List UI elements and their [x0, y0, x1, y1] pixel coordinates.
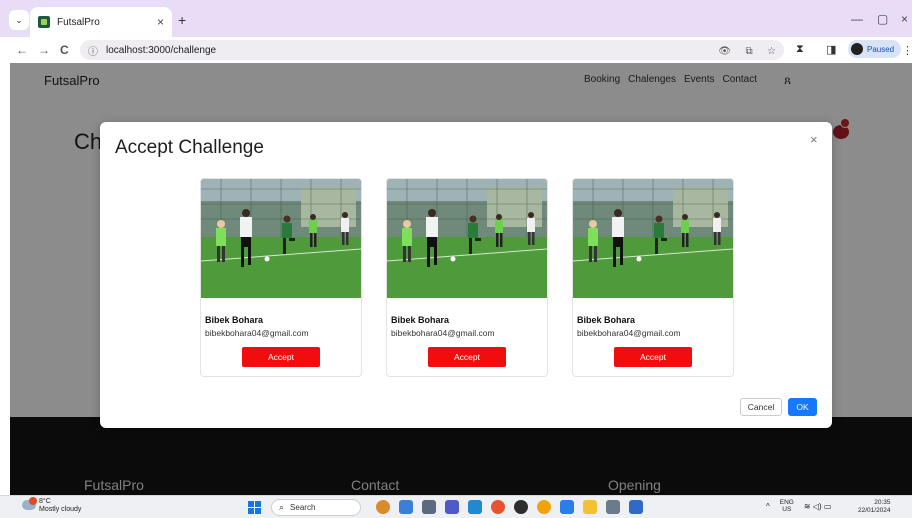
- new-tab-icon[interactable]: +: [178, 12, 186, 28]
- brave-app-icon[interactable]: [491, 500, 505, 514]
- search-icon: ⌕: [279, 502, 285, 512]
- terminal-app-icon[interactable]: [606, 500, 620, 514]
- futsalpro-favicon-icon: [38, 16, 50, 28]
- teams-app-icon[interactable]: [445, 500, 459, 514]
- github-app-icon[interactable]: [514, 500, 528, 514]
- ok-button[interactable]: OK: [788, 398, 817, 416]
- reload-icon[interactable]: C: [60, 43, 69, 57]
- system-tray: ^ ENG US ≋ ◁) ▭: [766, 499, 831, 513]
- window-close-icon[interactable]: ×: [901, 12, 908, 26]
- accept-button[interactable]: Accept: [242, 347, 320, 367]
- clock-date: 22/01/2024: [858, 507, 891, 514]
- copilot-app-icon[interactable]: [399, 500, 413, 514]
- os-taskbar: 8°C Mostly cloudy ⌕ Search ^ ENG US ≋ ◁)…: [0, 495, 912, 518]
- url-text[interactable]: localhost:3000/challenge: [106, 45, 708, 56]
- challenge-cards: Bibek Bohara bibekbohara04@gmail.com Acc…: [200, 178, 734, 377]
- forward-icon[interactable]: →: [38, 43, 50, 57]
- player-name: Bibek Bohara: [577, 315, 636, 325]
- url-omnibox[interactable]: ⓘ localhost:3000/challenge 👁 ⧉ ☆: [80, 40, 784, 60]
- site-info-icon[interactable]: ⓘ: [88, 43, 98, 58]
- browser-tab-bar: ⌄ FutsalPro × + — ▢ ×: [0, 0, 912, 37]
- vscode-app-icon[interactable]: [468, 500, 482, 514]
- profile-paused-button[interactable]: Paused: [848, 40, 902, 58]
- store-app-icon[interactable]: [629, 500, 643, 514]
- password-eye-icon[interactable]: 👁: [718, 46, 731, 57]
- explorer-app-icon[interactable]: [583, 500, 597, 514]
- task-view-app-icon[interactable]: [422, 500, 436, 514]
- back-icon[interactable]: ←: [16, 43, 28, 57]
- address-bar-row: ← → C ⓘ localhost:3000/challenge 👁 ⧉ ☆ ⧗…: [0, 37, 912, 63]
- futsal-photo: [387, 179, 547, 298]
- web-page: FutsalPro Booking Chalenges Events Conta…: [10, 63, 912, 495]
- player-name: Bibek Bohara: [205, 315, 264, 325]
- browser-menu-icon[interactable]: ⋮: [902, 44, 912, 57]
- tray-chevron-icon[interactable]: ^: [766, 502, 770, 511]
- widget-app-icon[interactable]: [376, 500, 390, 514]
- tab-title: FutsalPro: [57, 16, 100, 28]
- bookmark-star-icon[interactable]: ☆: [767, 46, 776, 57]
- weather-alert-badge: [29, 497, 37, 505]
- clock-time: 20:35: [874, 499, 891, 506]
- profile-avatar: [851, 43, 863, 55]
- extensions-icon[interactable]: ⧗: [796, 43, 804, 56]
- taskbar-search[interactable]: ⌕ Search: [271, 499, 361, 516]
- accept-button[interactable]: Accept: [428, 347, 506, 367]
- futsal-photo: [201, 179, 361, 298]
- taskbar-apps: [376, 500, 643, 514]
- windows-start-icon[interactable]: [248, 501, 261, 514]
- language-code: ENG: [779, 499, 794, 506]
- weather-widget[interactable]: 8°C Mostly cloudy: [39, 498, 81, 514]
- chrome-app-icon[interactable]: [537, 500, 551, 514]
- taskbar-clock[interactable]: 20:35 22/01/2024: [858, 499, 891, 515]
- tab-search-dropdown-icon[interactable]: ⌄: [9, 10, 29, 30]
- tab-close-icon[interactable]: ×: [157, 15, 164, 29]
- weather-temp: 8°C: [39, 498, 51, 505]
- player-email: bibekbohara04@gmail.com: [391, 328, 495, 338]
- challenge-card: Bibek Bohara bibekbohara04@gmail.com Acc…: [572, 178, 734, 377]
- futsal-photo: [573, 179, 733, 298]
- side-panel-icon[interactable]: ◨: [826, 43, 836, 56]
- cancel-button[interactable]: Cancel: [740, 398, 782, 416]
- player-name: Bibek Bohara: [391, 315, 450, 325]
- restore-icon[interactable]: ▢: [877, 12, 888, 26]
- challenge-card: Bibek Bohara bibekbohara04@gmail.com Acc…: [386, 178, 548, 377]
- minimize-icon[interactable]: —: [851, 12, 863, 26]
- weather-condition: Mostly cloudy: [39, 506, 82, 513]
- taskbar-search-label: Search: [290, 503, 316, 512]
- accept-button[interactable]: Accept: [614, 347, 692, 367]
- player-email: bibekbohara04@gmail.com: [205, 328, 309, 338]
- browser-tab[interactable]: FutsalPro ×: [30, 7, 172, 37]
- todo-app-icon[interactable]: [560, 500, 574, 514]
- network-volume-battery-icon[interactable]: ≋ ◁) ▭: [804, 502, 832, 511]
- paused-label: Paused: [867, 44, 895, 54]
- accept-challenge-modal: Accept Challenge × Bibek Bohara bibekboh…: [100, 122, 832, 428]
- challenge-card: Bibek Bohara bibekbohara04@gmail.com Acc…: [200, 178, 362, 377]
- modal-title: Accept Challenge: [115, 137, 264, 158]
- player-email: bibekbohara04@gmail.com: [577, 328, 681, 338]
- language-region: US: [782, 506, 792, 513]
- modal-close-icon[interactable]: ×: [810, 132, 818, 147]
- cast-icon[interactable]: ⧉: [745, 46, 752, 57]
- language-indicator[interactable]: ENG US: [780, 499, 794, 513]
